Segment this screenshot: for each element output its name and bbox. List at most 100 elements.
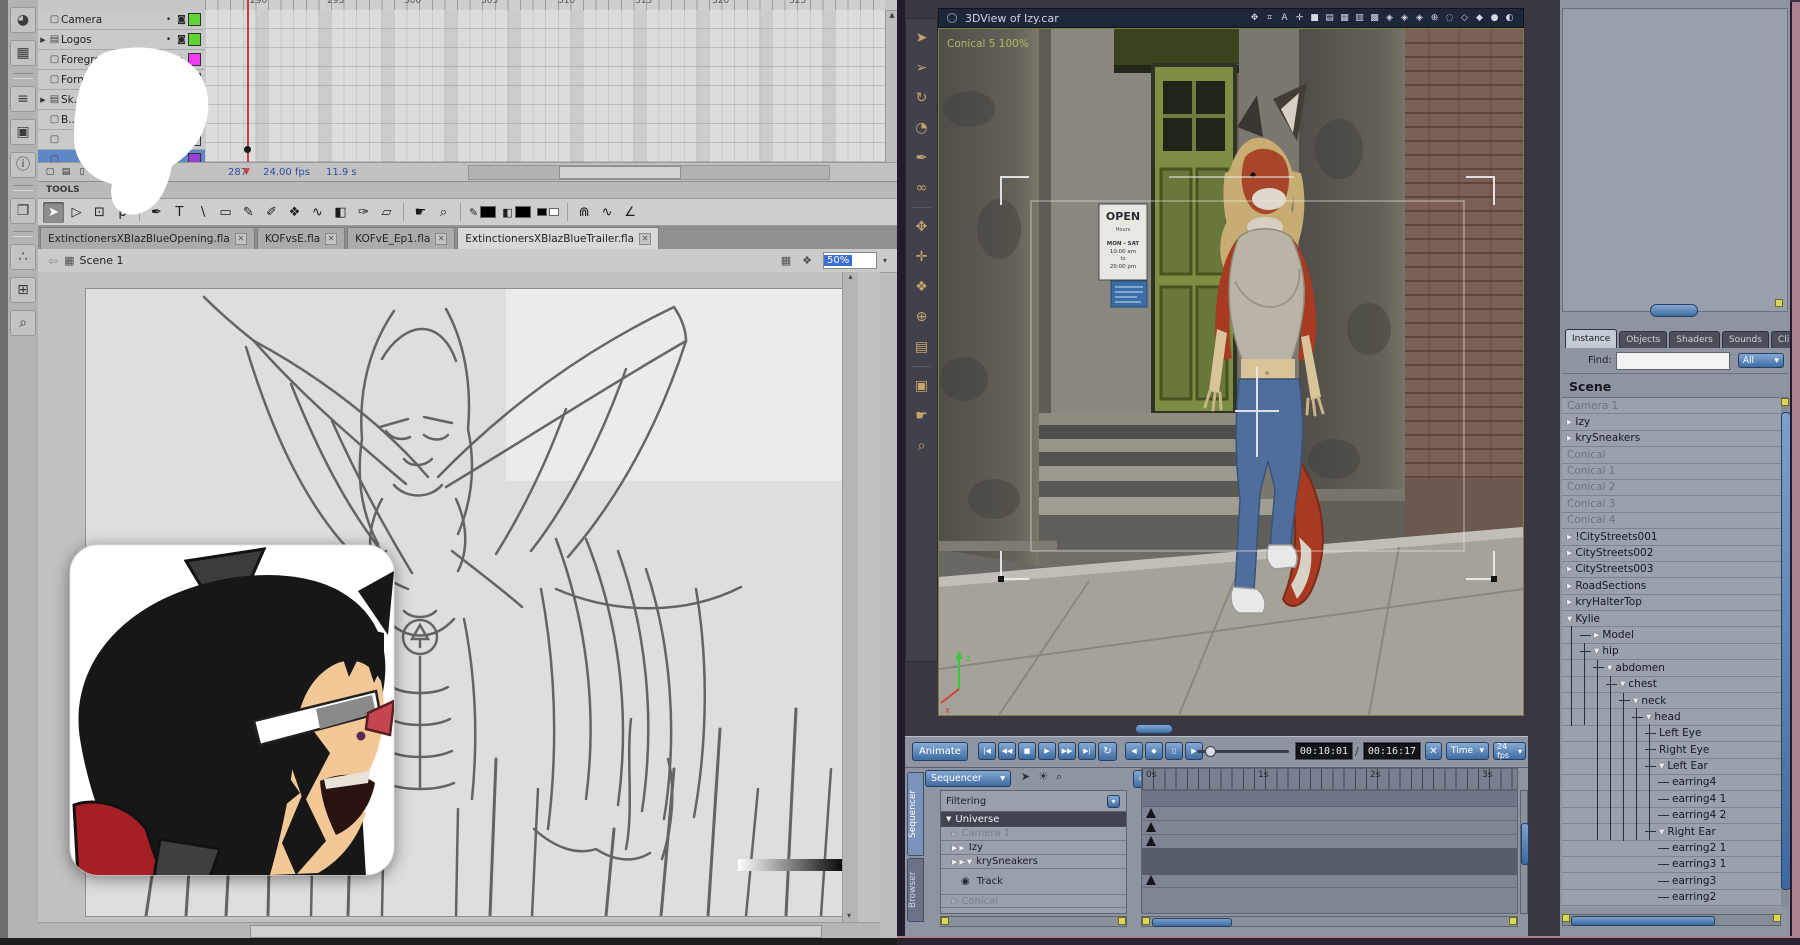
grey-sphere-icon[interactable]: ● bbox=[1487, 13, 1502, 23]
document-tab[interactable]: ExtinctionersXBlazBlueTrailer.fla✕ bbox=[457, 227, 659, 249]
delete-key-button[interactable]: ▯ bbox=[1165, 742, 1183, 760]
deco-tool[interactable]: ❖ bbox=[284, 202, 305, 223]
tree-item[interactable]: ▶Izy bbox=[1562, 414, 1781, 430]
solid-cube-icon[interactable]: ◆ bbox=[1472, 13, 1487, 23]
tree-item[interactable]: Conical 3 bbox=[1562, 496, 1781, 512]
tab-close-icon[interactable]: ✕ bbox=[435, 233, 447, 245]
tree-item[interactable]: Left Eye bbox=[1562, 726, 1781, 742]
tree-item-label[interactable]: Left Eye bbox=[1659, 725, 1701, 741]
expand-arrow-icon[interactable]: ▶ bbox=[952, 897, 957, 905]
tree-item-label[interactable]: Left Ear bbox=[1667, 758, 1707, 774]
track-lane[interactable] bbox=[1142, 806, 1517, 821]
layer-name[interactable]: Sk... bbox=[61, 94, 162, 106]
go-end-button[interactable]: ▶| bbox=[1078, 742, 1096, 760]
tree-item-label[interactable]: abdomen bbox=[1615, 660, 1665, 676]
move-tool[interactable]: ✥ bbox=[911, 216, 933, 238]
tree-item-label[interactable]: Conical bbox=[1567, 447, 1605, 463]
stop-button[interactable]: ■ bbox=[1018, 742, 1036, 760]
frame-rate-field[interactable]: 24.00 fps bbox=[263, 167, 310, 178]
layer-row[interactable]: ▢B... bbox=[38, 110, 205, 130]
tree-item-label[interactable]: CityStreets002 bbox=[1575, 545, 1653, 561]
eyedropper-tool[interactable]: ✑ bbox=[353, 202, 374, 223]
sequencer-track-row[interactable]: ▶Camera 1 bbox=[941, 827, 1126, 841]
textured-sphere-icon[interactable]: ◐ bbox=[1502, 13, 1517, 23]
tree-item-label[interactable]: head bbox=[1654, 709, 1680, 725]
tree-item[interactable]: ▶kryHalterTop bbox=[1562, 595, 1781, 611]
zoom-dropdown-icon[interactable]: ▾ bbox=[883, 256, 887, 265]
visibility-dot[interactable]: ◙ bbox=[175, 15, 188, 25]
sidebar-tab-shaders[interactable]: Shaders bbox=[1669, 331, 1720, 348]
info-panel-icon[interactable]: ⓘ bbox=[10, 152, 36, 178]
scroll-down-icon[interactable]: ▾ bbox=[847, 911, 851, 920]
tree-item[interactable]: ▼Left Ear bbox=[1562, 759, 1781, 775]
subselection-tool[interactable]: ▷ bbox=[66, 202, 87, 223]
snap-magnet-button[interactable]: ⋒ bbox=[574, 202, 595, 223]
play-button[interactable]: ▶ bbox=[1038, 742, 1056, 760]
prev-key-button[interactable]: ◀ bbox=[1125, 742, 1143, 760]
modify-markers-button[interactable]: ⌗ bbox=[154, 165, 170, 179]
zoom-tool[interactable]: ⌕ bbox=[911, 435, 933, 457]
scene-name[interactable]: Scene 1 bbox=[79, 254, 123, 267]
tree-expand-icon[interactable]: ▼ bbox=[1567, 611, 1572, 627]
sequencer-track-row[interactable]: ▼Universe bbox=[941, 812, 1126, 827]
tree-item[interactable]: ▼neck bbox=[1562, 693, 1781, 709]
selection-tool[interactable]: ➤ bbox=[43, 202, 64, 223]
sidebar-tab-sounds[interactable]: Sounds bbox=[1722, 331, 1769, 348]
scroll-thumb[interactable] bbox=[559, 166, 681, 179]
seq-options-icon[interactable]: ☀ bbox=[1038, 770, 1048, 784]
view3d-title-bar[interactable]: 3DView of Izy.car ✥⌗A✛■▤▦▥▩◈◈◈⊕◌◇◆●◐ bbox=[938, 8, 1524, 28]
particles-panel-icon[interactable]: ∴ bbox=[10, 244, 36, 270]
sequencer-track-row[interactable]: ▶▶Izy bbox=[941, 841, 1126, 855]
color-panel-icon[interactable]: ◕ bbox=[10, 7, 36, 33]
layer-name[interactable]: Foregrou... bbox=[61, 54, 162, 66]
find-filter-dropdown[interactable]: All▾ bbox=[1738, 353, 1784, 368]
stage-vertical-scrollbar[interactable]: ▴▾ bbox=[842, 272, 858, 922]
align-panel-icon[interactable]: ≡ bbox=[10, 86, 36, 112]
tree-item-label[interactable]: Conical 2 bbox=[1567, 479, 1615, 495]
axis-mode-icon[interactable]: ⊕ bbox=[1427, 13, 1442, 23]
stroke-color-swatch[interactable] bbox=[480, 206, 496, 218]
tree-item-label[interactable]: RoadSections bbox=[1575, 578, 1646, 594]
tree-item[interactable]: ▼Kylie bbox=[1562, 611, 1781, 627]
tab-close-icon[interactable]: ✕ bbox=[325, 233, 337, 245]
tree-item[interactable]: ▼Right Ear bbox=[1562, 824, 1781, 840]
tree-expand-icon[interactable]: ▼ bbox=[1646, 709, 1651, 725]
expand-arrow-icon[interactable]: ▶ bbox=[952, 858, 957, 866]
layer-name[interactable]: Logos bbox=[61, 34, 162, 46]
tree-expand-icon[interactable]: ▶ bbox=[1594, 627, 1599, 643]
dashed-sphere-icon[interactable]: ◌ bbox=[1442, 13, 1457, 23]
brush-tool[interactable]: ✐ bbox=[261, 202, 282, 223]
visibility-dot[interactable]: • bbox=[162, 15, 175, 25]
zoom-level-input[interactable]: 50% bbox=[823, 252, 877, 269]
rewind-button[interactable]: ◀◀ bbox=[998, 742, 1016, 760]
tree-item-label[interactable]: Right Eye bbox=[1659, 742, 1709, 758]
layout-single-icon[interactable]: ■ bbox=[1307, 13, 1322, 23]
window-dot-button[interactable] bbox=[947, 13, 957, 23]
tree-item[interactable]: Camera 1 bbox=[1562, 398, 1781, 414]
browser-tab[interactable]: Browser bbox=[907, 858, 924, 922]
delete-layer-button[interactable]: ▯ bbox=[74, 165, 90, 179]
tree-item-label[interactable]: neck bbox=[1641, 693, 1666, 709]
time-mode-dropdown[interactable]: Time▾ bbox=[1446, 742, 1489, 760]
tree-item-label[interactable]: CityStreets003 bbox=[1575, 561, 1653, 577]
straighten-button[interactable]: ∠ bbox=[620, 202, 641, 223]
lasso-tool[interactable]: ρ bbox=[112, 202, 133, 223]
visibility-dot[interactable]: • bbox=[162, 55, 175, 65]
elapsed-time-field[interactable]: 11.9 s bbox=[326, 167, 357, 178]
new-layer-button[interactable]: ▢ bbox=[42, 165, 58, 179]
tree-expand-icon[interactable]: ▶ bbox=[1567, 561, 1572, 577]
edit-scene-button[interactable]: ▦ bbox=[781, 254, 791, 267]
tree-item[interactable]: Conical 1 bbox=[1562, 464, 1781, 480]
tree-item-label[interactable]: earring3 1 bbox=[1672, 856, 1726, 872]
track-lane[interactable] bbox=[1142, 820, 1517, 835]
tree-expand-icon[interactable]: ▼ bbox=[1659, 758, 1664, 774]
layer-row[interactable]: ▶▤Sk... bbox=[38, 90, 205, 110]
gyroscope-icon[interactable]: ✛ bbox=[1292, 13, 1307, 23]
pan-tool[interactable]: ☛ bbox=[911, 405, 933, 427]
camera-tool[interactable]: ▣ bbox=[911, 375, 933, 397]
tree-item[interactable]: ▶!CityStreets001 bbox=[1562, 529, 1781, 545]
total-time-field[interactable]: 00:16:17 bbox=[1363, 742, 1421, 760]
tree-item-label[interactable]: Conical 4 bbox=[1567, 512, 1615, 528]
tree-expand-icon[interactable]: ▼ bbox=[1633, 693, 1638, 709]
tree-item-label[interactable]: Conical 1 bbox=[1567, 463, 1615, 479]
